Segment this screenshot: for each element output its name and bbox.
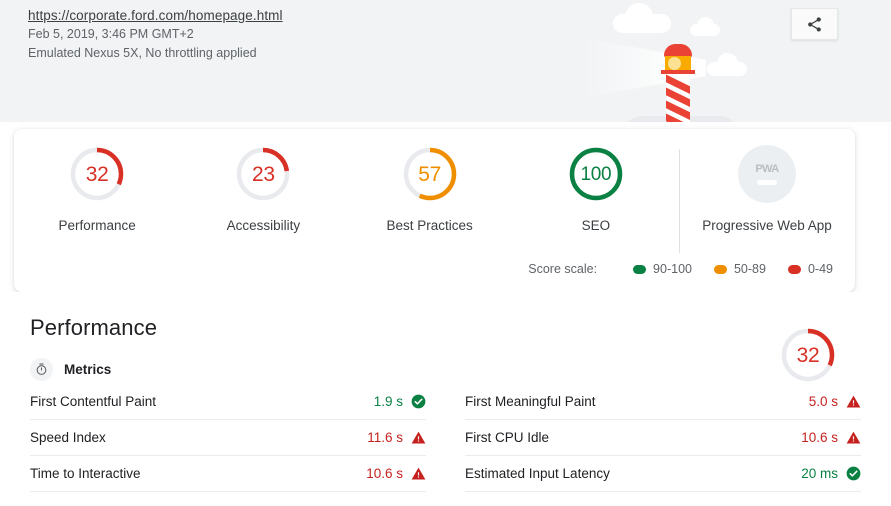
scale-item-fail: 0-49	[787, 262, 833, 276]
metric-row[interactable]: Estimated Input Latency 20 ms	[465, 456, 861, 492]
gauge-ring: 100	[567, 145, 625, 203]
gauge-ring: 32	[779, 326, 837, 384]
gauge-ring: 23	[234, 145, 292, 203]
warning-triangle-icon	[411, 467, 426, 480]
score-gauge-best-practices[interactable]: 57 Best Practices	[347, 145, 513, 233]
cloud-icon	[613, 3, 671, 33]
pwa-badge-icon: PWA	[738, 145, 796, 203]
metric-value: 5.0 s	[808, 394, 838, 409]
metric-value: 10.6 s	[366, 466, 403, 481]
document-url-link[interactable]: https://corporate.ford.com/homepage.html	[28, 6, 283, 25]
gauge-label: Performance	[58, 218, 136, 233]
metric-result: 10.6 s	[366, 466, 426, 481]
metric-row[interactable]: Speed Index 11.6 s	[30, 420, 426, 456]
cloud-icon	[690, 17, 720, 36]
gauge-value: 23	[251, 162, 275, 186]
performance-section: Performance 32 Metrics First Contentful …	[0, 292, 891, 506]
score-gauges: 32 Performance 23 Accessibility 57 Best …	[14, 145, 855, 253]
score-gauge-performance[interactable]: 32 Performance	[14, 145, 180, 233]
report-meta: https://corporate.ford.com/homepage.html…	[28, 6, 283, 62]
score-summary-card: 32 Performance 23 Accessibility 57 Best …	[14, 129, 855, 292]
legend-dot-red	[787, 264, 801, 274]
metric-row[interactable]: First Contentful Paint 1.9 s	[30, 384, 426, 420]
score-gauge-accessibility[interactable]: 23 Accessibility	[180, 145, 346, 233]
gauge-ring: 57	[401, 145, 459, 203]
gauge-ring: 32	[68, 145, 126, 203]
lighthouse-body	[666, 74, 690, 122]
score-scale-legend: Score scale: 90-100 50-89 0-49	[528, 262, 833, 276]
metric-result: 10.6 s	[801, 430, 861, 445]
metric-name: Speed Index	[30, 430, 106, 445]
legend-label: 0-49	[807, 262, 833, 276]
metric-value: 20 ms	[801, 466, 838, 481]
metrics-header: Metrics	[30, 358, 111, 381]
performance-score-gauge[interactable]: 32	[779, 326, 837, 384]
report-environment: Emulated Nexus 5X, No throttling applied	[28, 45, 257, 60]
metrics-column-left: First Contentful Paint 1.9 s Speed Index…	[30, 384, 426, 492]
metric-value: 10.6 s	[801, 430, 838, 445]
metric-name: First CPU Idle	[465, 430, 550, 445]
metric-name: Estimated Input Latency	[465, 466, 610, 481]
gauge-label: Best Practices	[386, 218, 473, 233]
lighthouse-report: https://corporate.ford.com/homepage.html…	[0, 0, 891, 506]
pwa-dash-icon	[757, 180, 777, 185]
gauge-value: 32	[85, 162, 109, 186]
warning-triangle-icon	[846, 395, 861, 408]
cloud-icon	[707, 53, 747, 76]
metric-row[interactable]: First Meaningful Paint 5.0 s	[465, 384, 861, 420]
gauge-label: Progressive Web App	[702, 218, 832, 233]
report-header: https://corporate.ford.com/homepage.html…	[0, 0, 891, 122]
check-circle-icon	[846, 466, 861, 481]
score-gauge-pwa[interactable]: PWA Progressive Web App	[679, 145, 855, 253]
metric-name: First Meaningful Paint	[465, 394, 596, 409]
metrics-list: First Contentful Paint 1.9 s Speed Index…	[30, 384, 861, 492]
metric-name: First Contentful Paint	[30, 394, 157, 409]
scale-item-pass: 90-100	[633, 262, 692, 276]
metric-row[interactable]: Time to Interactive 10.6 s	[30, 456, 426, 492]
gauge-value: 32	[796, 343, 820, 367]
lighthouse-illustration	[581, 0, 891, 122]
gauge-label: Accessibility	[226, 218, 301, 233]
lighthouse-tower	[661, 44, 695, 122]
warning-triangle-icon	[846, 431, 861, 444]
metric-value: 1.9 s	[373, 394, 403, 409]
metric-value: 11.6 s	[367, 430, 403, 445]
metric-result: 1.9 s	[374, 394, 426, 409]
gauge-value: 100	[580, 163, 612, 185]
score-gauge-seo[interactable]: 100 SEO	[513, 145, 679, 233]
metric-result: 20 ms	[801, 466, 861, 481]
score-scale-title: Score scale:	[528, 262, 598, 276]
legend-dot-green	[633, 264, 647, 274]
legend-label: 50-89	[733, 262, 766, 276]
legend-label: 90-100	[653, 262, 692, 276]
metric-result: 11.6 s	[367, 430, 426, 445]
check-circle-icon	[411, 394, 426, 409]
warning-triangle-icon	[411, 431, 426, 444]
metrics-column-right: First Meaningful Paint 5.0 s First CPU I…	[465, 384, 861, 492]
gauge-label: SEO	[581, 218, 611, 233]
page-title: Performance	[30, 315, 158, 340]
metric-name: Time to Interactive	[30, 466, 141, 481]
metric-result: 5.0 s	[809, 394, 861, 409]
pwa-badge-text: PWA	[755, 163, 779, 175]
scale-item-average: 50-89	[713, 262, 766, 276]
share-icon	[808, 16, 821, 32]
lighthouse-light	[668, 57, 681, 70]
gauge-value: 57	[418, 162, 441, 186]
legend-dot-orange	[713, 264, 727, 274]
stopwatch-icon	[30, 358, 53, 381]
metric-row[interactable]: First CPU Idle 10.6 s	[465, 420, 861, 456]
report-timestamp: Feb 5, 2019, 3:46 PM GMT+2	[28, 27, 194, 41]
metrics-label: Metrics	[64, 362, 112, 377]
share-button[interactable]	[791, 8, 838, 40]
